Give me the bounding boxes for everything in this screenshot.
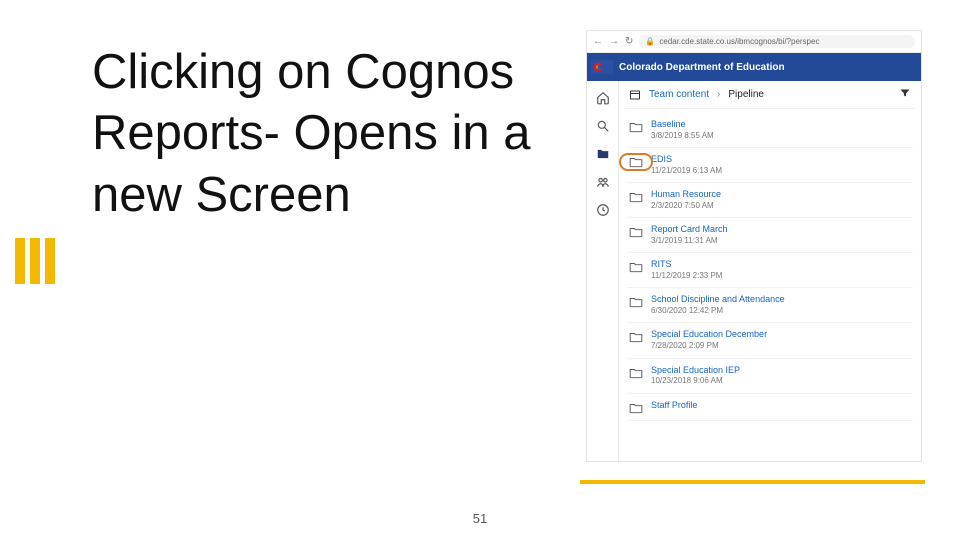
breadcrumb-current: Pipeline — [728, 89, 764, 100]
browser-toolbar: ← → ↻ 🔒 cedar.cde.state.co.us/ibmcognos/… — [587, 31, 921, 53]
folder-date: 3/1/2019 11:31 AM — [651, 236, 728, 246]
folder-date: 2/3/2020 7:50 AM — [651, 201, 721, 211]
folder-name: Baseline — [651, 119, 714, 131]
list-item[interactable]: Special Education IEP10/23/2018 9:06 AM — [627, 359, 913, 394]
folder-date: 11/21/2019 6:13 AM — [651, 166, 722, 176]
app-banner: Colorado Department of Education — [587, 53, 921, 81]
folder-outline-icon — [629, 226, 643, 238]
home-icon[interactable] — [596, 91, 610, 105]
main-column: Team content › Pipeline Baseline3/8/2019… — [619, 81, 921, 461]
folder-outline-icon — [629, 261, 643, 273]
breadcrumb-root[interactable]: Team content — [649, 89, 709, 100]
folder-name: Report Card March — [651, 224, 728, 236]
team-content-icon — [629, 89, 641, 101]
page-number: 51 — [473, 511, 487, 526]
back-icon[interactable]: ← — [593, 36, 603, 47]
reload-icon[interactable]: ↻ — [625, 36, 633, 47]
folder-name: Special Education December — [651, 329, 767, 341]
list-item[interactable]: Staff Profile — [627, 394, 913, 421]
left-nav-rail — [587, 81, 619, 461]
breadcrumb: Team content › Pipeline — [625, 81, 915, 109]
folder-list: Baseline3/8/2019 8:55 AMEDIS11/21/2019 6… — [625, 109, 915, 425]
chevron-right-icon: › — [717, 89, 720, 100]
slide-title: Clicking on Cognos Reports- Opens in a n… — [92, 42, 552, 226]
list-item[interactable]: Special Education December7/28/2020 2:09… — [627, 323, 913, 358]
folder-date: 6/30/2020 12:42 PM — [651, 306, 785, 316]
folder-outline-icon — [629, 121, 643, 133]
filter-icon[interactable] — [899, 87, 911, 102]
list-item[interactable]: EDIS11/21/2019 6:13 AM — [627, 148, 913, 183]
address-bar[interactable]: 🔒 cedar.cde.state.co.us/ibmcognos/bi/?pe… — [639, 35, 915, 48]
folder-name: Human Resource — [651, 189, 721, 201]
lock-icon: 🔒 — [645, 37, 655, 46]
search-icon[interactable] — [596, 119, 610, 133]
recent-icon[interactable] — [596, 203, 610, 217]
content-area: Team content › Pipeline Baseline3/8/2019… — [587, 81, 921, 461]
banner-title: Colorado Department of Education — [619, 62, 785, 73]
folder-name: Staff Profile — [651, 400, 697, 412]
folder-outline-icon — [629, 402, 643, 414]
forward-icon[interactable]: → — [609, 36, 619, 47]
folder-outline-icon — [629, 156, 643, 168]
folder-date: 11/12/2019 2:33 PM — [651, 271, 722, 281]
browser-screenshot: ← → ↻ 🔒 cedar.cde.state.co.us/ibmcognos/… — [586, 30, 922, 462]
folder-name: EDIS — [651, 154, 722, 166]
folder-name: RITS — [651, 259, 722, 271]
folder-outline-icon — [629, 331, 643, 343]
url-text: cedar.cde.state.co.us/ibmcognos/bi/?pers… — [659, 37, 819, 46]
list-item[interactable]: RITS11/12/2019 2:33 PM — [627, 253, 913, 288]
folder-name: School Discipline and Attendance — [651, 294, 785, 306]
folder-outline-icon — [629, 367, 643, 379]
accent-bars — [15, 238, 55, 284]
folder-date: 3/8/2019 8:55 AM — [651, 131, 714, 141]
list-item[interactable]: Human Resource2/3/2020 7:50 AM — [627, 183, 913, 218]
folder-date: 7/28/2020 2:09 PM — [651, 341, 767, 351]
gold-underline — [580, 480, 925, 484]
folder-name: Special Education IEP — [651, 365, 740, 377]
folder-outline-icon — [629, 296, 643, 308]
list-item[interactable]: Baseline3/8/2019 8:55 AM — [627, 113, 913, 148]
colorado-logo-icon — [591, 58, 613, 76]
folder-icon[interactable] — [596, 147, 610, 161]
list-item[interactable]: School Discipline and Attendance6/30/202… — [627, 288, 913, 323]
slide: Clicking on Cognos Reports- Opens in a n… — [0, 0, 960, 540]
folder-date: 10/23/2018 9:06 AM — [651, 376, 740, 386]
team-icon[interactable] — [596, 175, 610, 189]
folder-outline-icon — [629, 191, 643, 203]
list-item[interactable]: Report Card March3/1/2019 11:31 AM — [627, 218, 913, 253]
